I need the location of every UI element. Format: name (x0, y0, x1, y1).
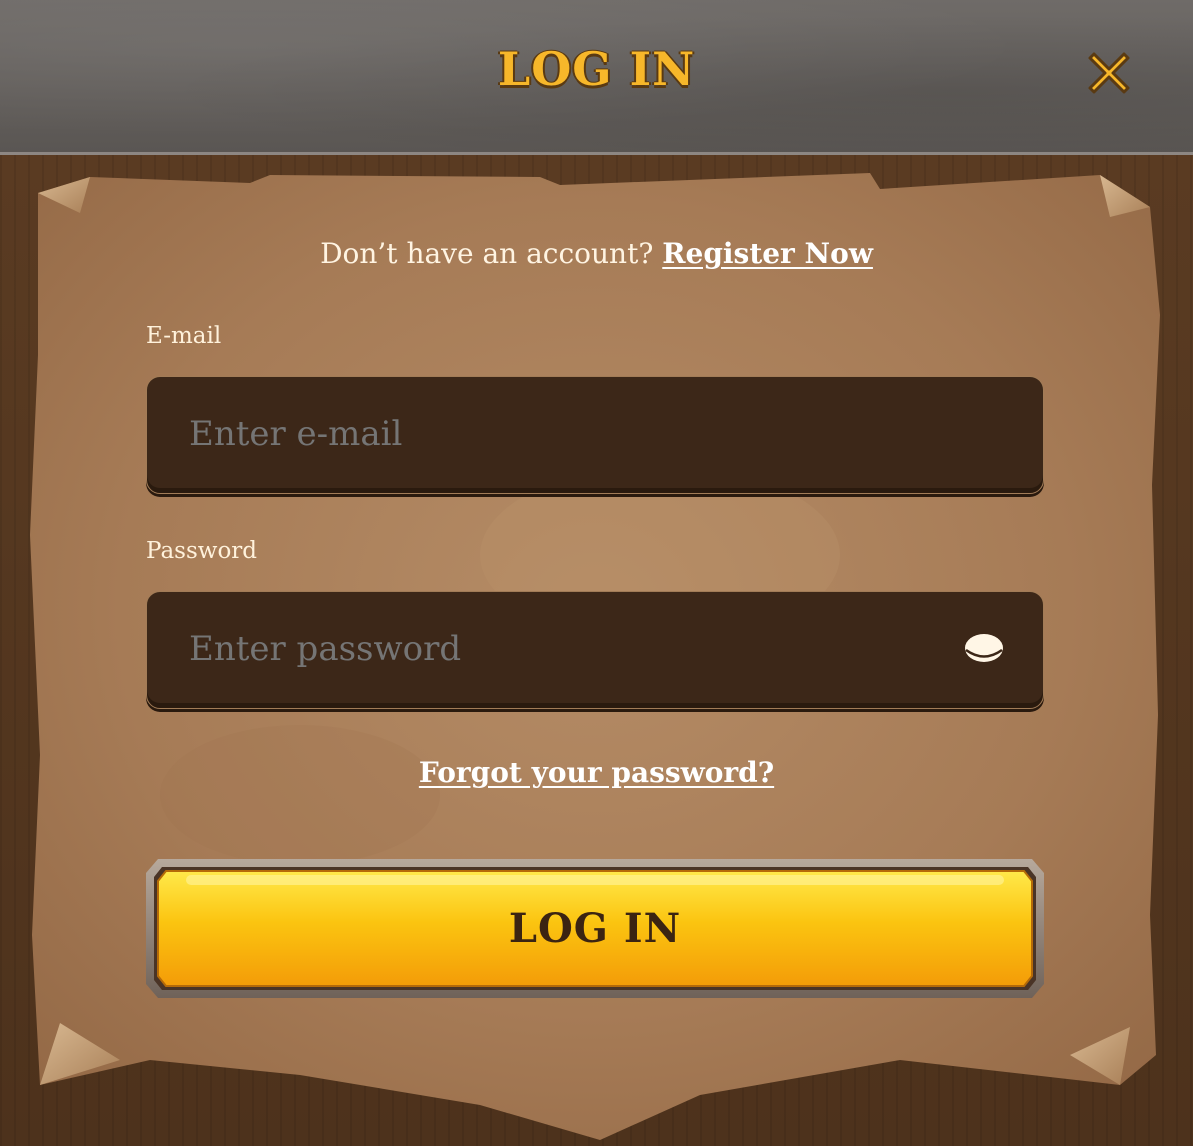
email-field-container (146, 376, 1044, 494)
login-button[interactable]: LOG IN (146, 859, 1044, 998)
forgot-password-link[interactable]: Forgot your password? (0, 756, 1193, 789)
close-icon (1088, 52, 1130, 94)
eye-icon (965, 634, 1003, 662)
password-field[interactable] (187, 628, 951, 670)
password-label: Password (146, 538, 258, 564)
register-prompt: Don’t have an account? Register Now (0, 237, 1193, 270)
modal-title: LOG IN (497, 42, 696, 96)
show-password-toggle[interactable] (963, 633, 1005, 667)
email-label: E-mail (146, 323, 222, 349)
close-button[interactable] (1082, 46, 1136, 100)
modal-header: LOG IN (0, 0, 1193, 155)
register-prompt-text: Don’t have an account? (320, 237, 654, 270)
login-modal: LOG IN Don’t have an account? Register N… (0, 0, 1193, 1146)
register-now-link[interactable]: Register Now (662, 237, 873, 270)
email-field[interactable] (187, 413, 951, 455)
password-field-container (146, 591, 1044, 709)
login-button-label: LOG IN (508, 905, 682, 952)
